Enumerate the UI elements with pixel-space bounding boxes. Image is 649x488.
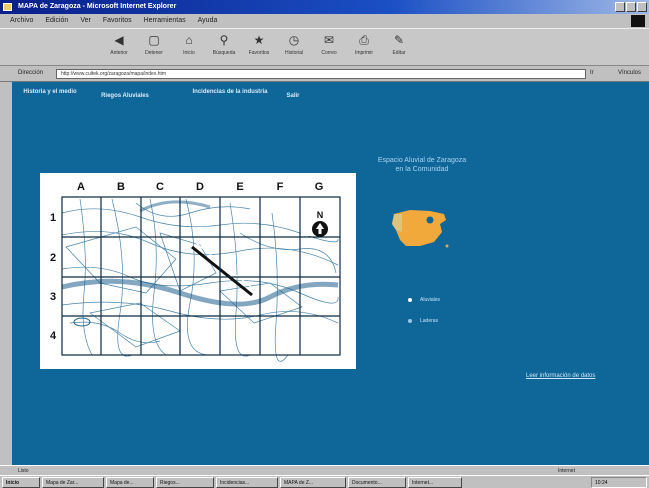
taskbar: Inicio Mapa de Zar... Mapa de... Riegos.… — [0, 475, 649, 488]
north-arrow-icon — [312, 221, 328, 237]
map-grid: A B C D E F G 1 2 3 4 N — [50, 181, 341, 362]
system-tray: 10:24 — [591, 477, 647, 488]
history-icon: ◷ — [288, 33, 300, 47]
col-label-g: G — [315, 181, 324, 193]
legend-dot — [408, 319, 412, 323]
legend-dot — [408, 298, 412, 302]
map-caption: Espacio Aluvial de Zaragoza en la Comuni… — [377, 157, 467, 173]
go-button[interactable]: Ir — [590, 70, 594, 76]
taskbar-item[interactable]: Documento... — [348, 477, 406, 488]
address-bar: Dirección Ir Vínculos — [0, 66, 649, 82]
taskbar-item[interactable]: Mapa de Zar... — [42, 477, 104, 488]
taskbar-item[interactable]: MAPA de Z... — [280, 477, 346, 488]
portugal-shape — [392, 214, 402, 232]
mail-icon: ✉ — [323, 33, 335, 47]
menu-ver[interactable]: Ver — [80, 17, 91, 25]
taskbar-item[interactable]: Mapa de... — [106, 477, 154, 488]
menu-edicion[interactable]: Edición — [45, 17, 68, 25]
zone-label: Internet — [558, 468, 575, 474]
nav-salir[interactable]: Salir — [276, 92, 310, 100]
page-content: Historia y el medio Riegos Aluviales Inc… — [12, 82, 649, 465]
city-map: A B C D E F G 1 2 3 4 N — [40, 173, 356, 369]
close-button[interactable] — [637, 2, 647, 12]
menu-herramientas[interactable]: Herramientas — [144, 17, 186, 25]
legend-item: Aluviales — [408, 297, 440, 303]
highlighted-route — [191, 245, 253, 297]
col-label-a: A — [77, 181, 85, 193]
status-bar: Listo Internet — [0, 465, 649, 475]
status-text: Listo — [18, 468, 29, 474]
window-title: MAPA de Zaragoza - Microsoft Internet Ex… — [18, 3, 177, 10]
links-button[interactable]: Vínculos — [618, 70, 641, 76]
windows-logo-icon — [631, 15, 645, 27]
menu-ayuda[interactable]: Ayuda — [198, 17, 218, 25]
stop-icon: ▢ — [148, 33, 160, 47]
address-input[interactable] — [56, 69, 586, 79]
home-icon: ⌂ — [185, 33, 193, 47]
start-button[interactable]: Inicio — [2, 477, 40, 488]
toolbar: ◀ Anterior ▢ Detener ⌂ Inicio ⚲ Búsqueda ★ Fa… — [0, 28, 649, 66]
stop-button[interactable]: ▢ Detener — [139, 29, 169, 65]
clock: 10:24 — [595, 480, 608, 486]
legend-item: Laderas — [408, 318, 438, 324]
col-label-f: F — [277, 181, 284, 193]
grid-lines — [61, 196, 341, 356]
menu-bar: Archivo Edición Ver Favoritos Herramient… — [0, 14, 649, 28]
search-icon: ⚲ — [219, 33, 229, 47]
back-icon: ◀ — [114, 33, 124, 47]
print-icon: ⎙ — [359, 33, 369, 47]
taskbar-item[interactable]: Riegos... — [156, 477, 214, 488]
nav-riegos[interactable]: Riegos Aluviales — [92, 92, 158, 100]
row-label-3: 3 — [50, 291, 56, 303]
maximize-button[interactable] — [626, 2, 636, 12]
nav-incidencias[interactable]: Incidencias de la industria — [192, 88, 268, 96]
favorites-icon: ★ — [253, 33, 265, 47]
menu-archivo[interactable]: Archivo — [10, 17, 33, 25]
col-label-b: B — [117, 181, 125, 193]
location-marker — [426, 216, 434, 224]
back-button[interactable]: ◀ Anterior — [104, 29, 134, 65]
col-label-e: E — [236, 181, 243, 193]
taskbar-item[interactable]: Incidencias... — [216, 477, 278, 488]
legend-label: Laderas — [420, 318, 439, 324]
legend-label: Aluviales — [420, 297, 441, 303]
spain-locator-map — [392, 210, 449, 248]
search-button[interactable]: ⚲ Búsqueda — [209, 29, 239, 65]
site-nav: Historia y el medio Riegos Aluviales Inc… — [20, 86, 340, 116]
print-button[interactable]: ⎙ Imprimir — [349, 29, 379, 65]
minimize-button[interactable] — [615, 2, 625, 12]
row-label-1: 1 — [50, 212, 56, 224]
home-button[interactable]: ⌂ Inicio — [174, 29, 204, 65]
north-label: N — [317, 210, 324, 220]
mail-button[interactable]: ✉ Correo — [314, 29, 344, 65]
canal — [139, 200, 211, 213]
address-label: Dirección — [18, 70, 44, 76]
menu-favoritos[interactable]: Favoritos — [103, 17, 132, 25]
row-label-4: 4 — [50, 330, 57, 342]
nav-historia[interactable]: Historia y el medio — [20, 88, 80, 96]
col-label-c: C — [156, 181, 164, 193]
col-label-d: D — [196, 181, 204, 193]
more-info-link[interactable]: Leer información de datos — [526, 373, 595, 379]
edit-icon: ✎ — [393, 33, 405, 47]
edit-button[interactable]: ✎ Editar — [384, 29, 414, 65]
title-bar: MAPA de Zaragoza - Microsoft Internet Ex… — [0, 0, 649, 14]
taskbar-item[interactable]: Internet... — [408, 477, 462, 488]
internet-explorer-icon — [3, 3, 12, 11]
favorites-button[interactable]: ★ Favoritos — [244, 29, 274, 65]
row-label-2: 2 — [50, 252, 56, 264]
history-button[interactable]: ◷ Historial — [279, 29, 309, 65]
